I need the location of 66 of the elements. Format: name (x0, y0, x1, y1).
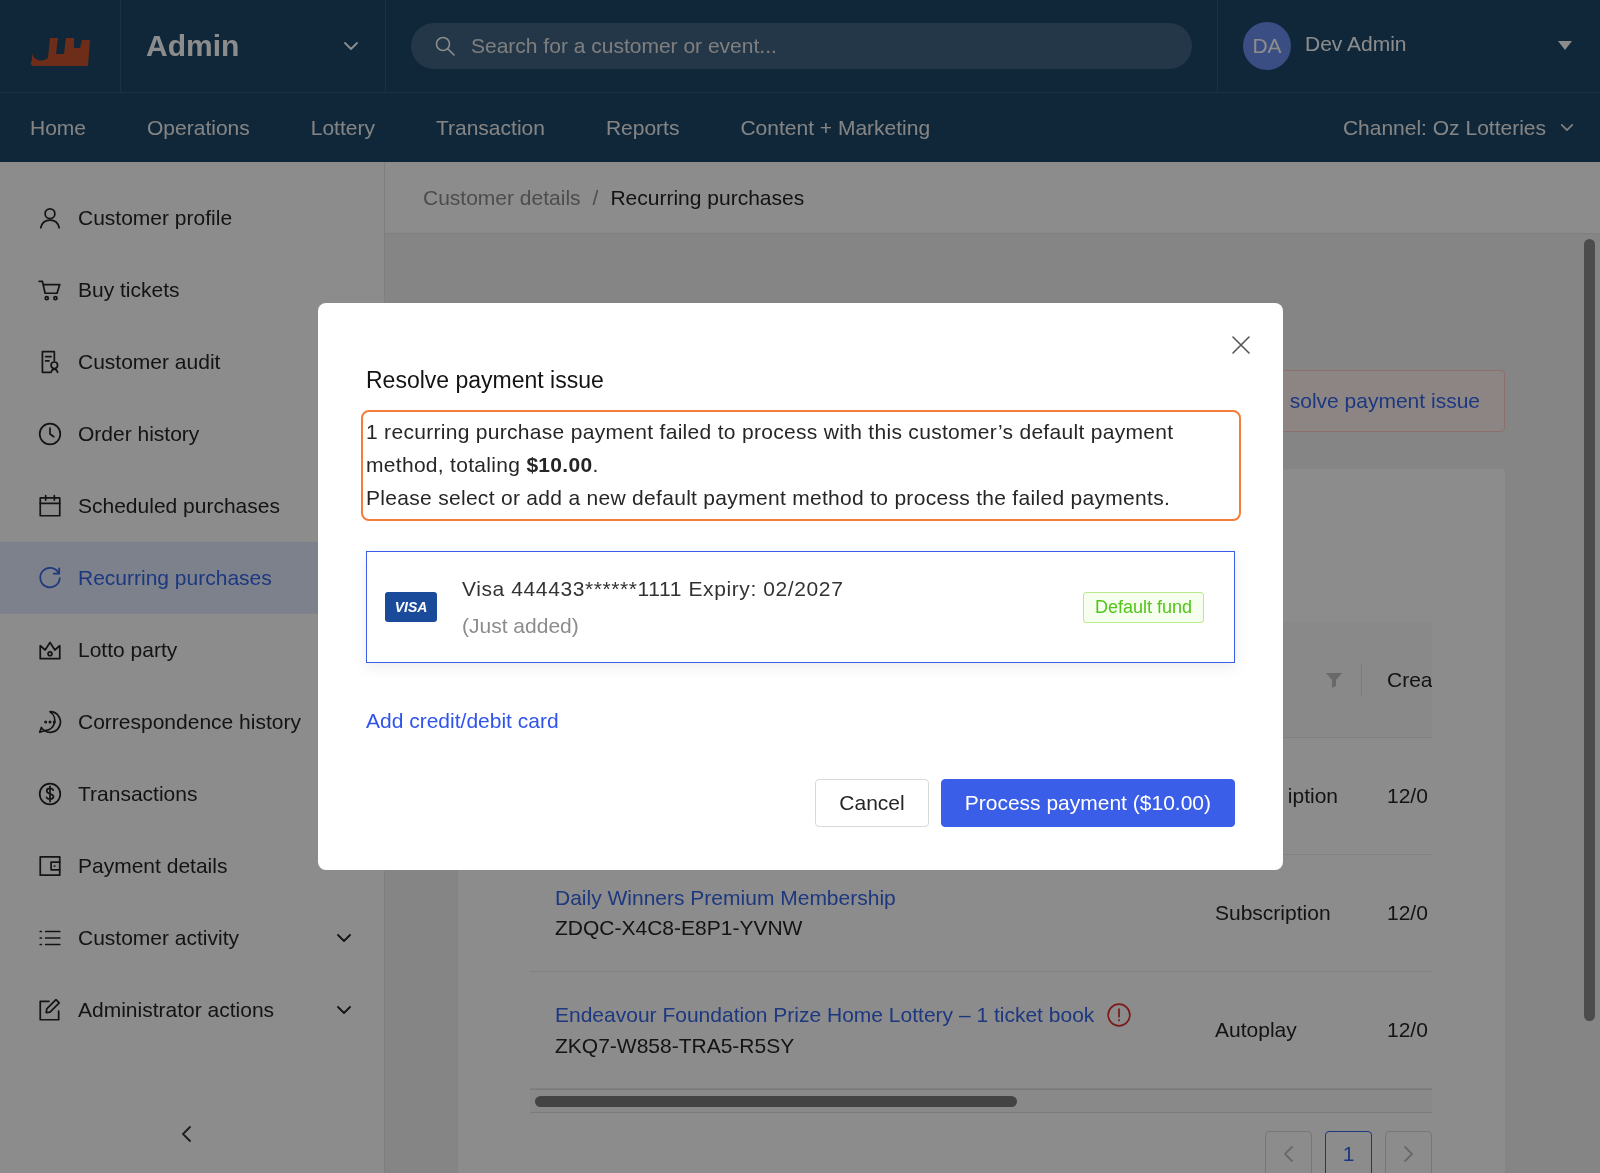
sidebar-item[interactable]: Customer profile (0, 182, 384, 254)
app-title: Admin (146, 29, 240, 63)
sidebar-item[interactable]: Customer activity (0, 902, 384, 974)
filter-icon[interactable] (1325, 670, 1343, 689)
table-cell-text: 12/0 (1386, 1018, 1429, 1042)
scrollbar-thumb[interactable] (535, 1095, 1017, 1107)
next-page-button[interactable] (1385, 1131, 1432, 1173)
cancel-button[interactable]: Cancel (815, 779, 929, 827)
caret-icon[interactable] (1558, 41, 1572, 51)
search-field[interactable]: Search for a customer or event... (411, 23, 1192, 69)
sidebar-item[interactable]: Buy tickets (0, 254, 384, 326)
person-icon (37, 205, 63, 231)
collapse-icon (182, 1126, 191, 1142)
calendar-icon (37, 493, 63, 519)
clock-icon (37, 421, 63, 447)
card-note: (Just added) (462, 613, 580, 638)
nav-item[interactable]: Home (30, 115, 87, 140)
card-label: Visa 444433******1111 Expiry: 02/2027 (462, 576, 845, 601)
chevron-down-icon (1560, 124, 1574, 131)
page-button[interactable]: 1 (1325, 1131, 1372, 1173)
nav-item[interactable]: Lottery (310, 115, 375, 140)
sidebar-item[interactable]: Administrator actions (0, 974, 384, 1046)
breadcrumb-item: Recurring purchases (610, 185, 805, 210)
table-cell-text: 12/0 (1386, 901, 1429, 925)
previous-page-button[interactable] (1265, 1131, 1312, 1173)
nav-item[interactable]: Content + Marketing (740, 115, 931, 140)
nav-item[interactable]: Reports (605, 115, 680, 140)
alert-instruction: Please select or add a new default payment method to process the failed payments. (366, 485, 1172, 511)
table-cell-text: iption (1286, 784, 1339, 808)
chevron-down-icon (343, 42, 359, 50)
purchase-link[interactable]: Daily Winners Premium Membership (555, 886, 896, 910)
breadcrumb-separator: / (592, 185, 599, 210)
nav-item[interactable]: Transaction (435, 115, 545, 140)
table-cell-text: Autoplay (1214, 1018, 1298, 1042)
chevron-right-icon (1404, 1146, 1413, 1162)
scrollbar-thumb[interactable] (1584, 239, 1595, 1021)
table-cell-text: 12/0 (1386, 784, 1429, 808)
sidebar-item[interactable]: Payment details (0, 830, 384, 902)
close-icon (1229, 333, 1253, 357)
chevron-down-icon (336, 934, 352, 942)
alert-message: 1 recurring purchase payment failed to process with this customer’s default payment method, totaling $10.00. (366, 419, 1175, 478)
table-cell-text: Subscription (1214, 901, 1332, 925)
search-icon (433, 34, 457, 58)
cart-icon (37, 277, 63, 303)
visa-badge: VISA (385, 592, 437, 622)
sidebar-item[interactable]: Transactions (0, 758, 384, 830)
default-tag: Default fund (1082, 591, 1204, 623)
payment-card-option[interactable]: VISA Visa 444433******1111 Expiry: 02/2027 (Just added) Default fund (366, 551, 1235, 663)
add-card-link[interactable]: Add credit/debit card (366, 709, 559, 733)
dialog-title: Resolve payment issue (366, 367, 605, 394)
dollar-icon (37, 781, 63, 807)
column-header: Crea (1386, 667, 1432, 692)
close-button[interactable] (1229, 333, 1253, 357)
wallet-icon (37, 853, 63, 879)
purchase-link[interactable]: Endeavour Foundation Prize Home Lottery – 1 ticket book (555, 1003, 1095, 1027)
alert-icon (1106, 1002, 1133, 1028)
chevron-left-icon (1284, 1146, 1293, 1162)
process-payment-button[interactable]: Process payment ($10.00) (940, 779, 1235, 827)
user-name[interactable]: Dev Admin (1305, 32, 1544, 56)
refresh-icon (37, 565, 63, 591)
channel-selector[interactable]: Channel: Oz Lotteries (1342, 115, 1546, 140)
edit-icon (37, 997, 63, 1023)
purchase-code: ZKQ7-W858-TRA5-R5SY (555, 1034, 796, 1058)
purchase-code: ZDQC-X4C8-E8P1-YVNW (555, 916, 804, 940)
nav-item[interactable]: Operations (147, 115, 250, 140)
chevron-down-icon (336, 1006, 352, 1014)
